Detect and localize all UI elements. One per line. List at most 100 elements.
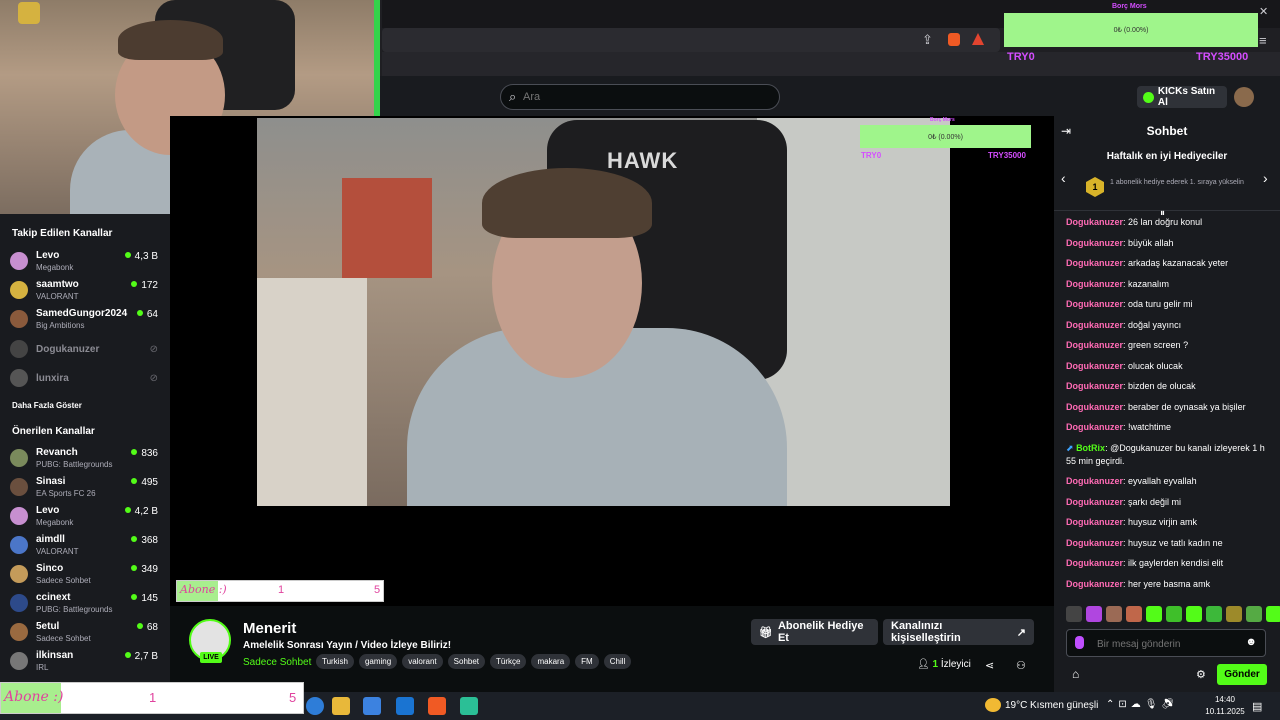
tag[interactable]: Chill — [603, 654, 632, 669]
top-gifters-title: Haftalık en iyi Hediyeciler — [1106, 151, 1228, 162]
video-frame: HAWK — [257, 118, 950, 506]
tag[interactable]: Sohbet — [447, 654, 486, 669]
tag[interactable]: Turkish — [316, 654, 354, 669]
emote[interactable] — [1266, 606, 1280, 622]
followed-channel-item[interactable]: saamtwo VALORANT 172 — [10, 277, 160, 305]
tag[interactable]: gaming — [358, 654, 398, 669]
brave-icon[interactable] — [428, 697, 446, 715]
close-window-icon[interactable]: ✕ — [1259, 5, 1268, 18]
emote[interactable] — [1086, 606, 1102, 622]
chat-username[interactable]: Dogukanuzer — [1066, 402, 1123, 412]
offline-channel-item[interactable]: lunxira ⊘ — [10, 365, 160, 393]
tag[interactable]: valorant — [402, 654, 443, 669]
tag[interactable]: FM — [575, 654, 599, 669]
chevron-left-icon[interactable]: ‹ — [1061, 170, 1066, 186]
clock-time[interactable]: 14:40 — [1212, 695, 1238, 704]
offline-channel-item[interactable]: Dogukanuzer ⊘ — [10, 336, 160, 364]
weather-icon[interactable] — [985, 698, 1001, 712]
chat-text: oda turu gelir mi — [1128, 299, 1193, 309]
browser-menu-icon[interactable]: ≡ — [1259, 33, 1267, 48]
chat-input[interactable] — [1097, 636, 1237, 652]
chat-username[interactable]: BotRix — [1076, 443, 1105, 453]
recommended-channel-item[interactable]: ccinext PUBG: Battlegrounds 145 — [10, 590, 160, 618]
chat-username[interactable]: Dogukanuzer — [1066, 279, 1123, 289]
chat-text: her yere basma amk — [1128, 578, 1211, 589]
search-input[interactable] — [523, 88, 763, 106]
microphone-icon[interactable] — [1075, 636, 1084, 649]
chat-username[interactable]: Dogukanuzer — [1066, 517, 1123, 527]
channel-name: Dogukanuzer — [36, 344, 100, 355]
recommended-channel-item[interactable]: 5etul Sadece Sohbet 68 — [10, 619, 160, 647]
recommended-channel-item[interactable]: Sinco Sadece Sohbet 349 — [10, 561, 160, 589]
emote[interactable] — [1106, 606, 1122, 622]
file-explorer-icon[interactable] — [332, 697, 350, 715]
emote[interactable] — [1206, 606, 1222, 622]
tag[interactable]: Türkçe — [490, 654, 527, 669]
chat-username[interactable]: Dogukanuzer — [1066, 579, 1123, 589]
channel-name: Revanch — [36, 447, 78, 458]
emote[interactable] — [1066, 606, 1082, 622]
chevron-right-icon[interactable]: › — [1263, 170, 1268, 186]
emoji-icon[interactable]: ☻ — [1245, 636, 1257, 648]
sidebar: Takip Edilen Kanallar Levo Megabonk 4,3 … — [0, 214, 170, 692]
streaming-app-icon[interactable] — [460, 697, 478, 715]
user-avatar[interactable] — [1234, 87, 1254, 107]
buy-kicks-button[interactable]: KICKs Satın Al — [1137, 86, 1227, 108]
emote[interactable] — [1186, 606, 1202, 622]
customize-channel-button[interactable]: Kanalınızı kişiselleştirin ↗ — [883, 619, 1034, 645]
recommended-channel-item[interactable]: aimdll VALORANT 368 — [10, 532, 160, 560]
chat-username[interactable]: Dogukanuzer — [1066, 361, 1123, 371]
recommended-channel-item[interactable]: Sinasi EA Sports FC 26 495 — [10, 474, 160, 502]
emote[interactable] — [1226, 606, 1242, 622]
streamer-name[interactable]: Menerit — [243, 620, 296, 637]
recommended-channel-item[interactable]: Revanch PUBG: Battlegrounds 836 — [10, 445, 160, 473]
follow-user-icon[interactable]: ⚇ — [1016, 659, 1026, 672]
store-icon[interactable]: ⌂ — [1072, 667, 1079, 681]
send-button[interactable]: Gönder — [1217, 664, 1267, 685]
gift-sub-button[interactable]: 🎁︎ Abonelik Hediye Et — [751, 619, 878, 645]
emote[interactable] — [1166, 606, 1182, 622]
bot-message: ⬈ BotRix: @Dogukanuzer bu kanalı izleyer… — [1066, 442, 1265, 466]
stream-category[interactable]: Sadece Sohbet — [243, 657, 311, 668]
chat-username[interactable]: Dogukanuzer — [1066, 497, 1123, 507]
show-more-link[interactable]: Daha Fazla Göster — [12, 401, 82, 410]
outlook-icon[interactable] — [396, 697, 414, 715]
recommended-channel-item[interactable]: ilkinsan IRL 2,7 B — [10, 648, 160, 676]
chat-username[interactable]: Dogukanuzer — [1066, 217, 1123, 227]
viewer-count: 172 — [131, 280, 158, 291]
chat-username[interactable]: Dogukanuzer — [1066, 258, 1123, 268]
chat-username[interactable]: Dogukanuzer — [1066, 320, 1123, 330]
emote[interactable] — [1146, 606, 1162, 622]
avatar — [10, 369, 28, 387]
system-tray[interactable]: ⌃⊡☁🎙︎🔊︎ — [1106, 699, 1178, 710]
recommended-channel-item[interactable]: Levo Megabonk 4,2 B — [10, 503, 160, 531]
chat-text: huysuz virjin amk — [1128, 517, 1198, 527]
followed-channel-item[interactable]: SamedGungor2024 Big Ambitions 64 — [10, 306, 160, 334]
edge-icon[interactable] — [306, 697, 324, 715]
share-icon[interactable]: ⇪ — [922, 32, 933, 48]
chat-username[interactable]: Dogukanuzer — [1066, 299, 1123, 309]
chat-username[interactable]: Dogukanuzer — [1066, 238, 1123, 248]
chat-username[interactable]: Dogukanuzer — [1066, 538, 1123, 548]
chat-username[interactable]: Dogukanuzer — [1066, 558, 1123, 568]
chat-username[interactable]: Dogukanuzer — [1066, 340, 1123, 350]
followed-channel-item[interactable]: Levo Megabonk 4,3 B — [10, 248, 160, 276]
store-app-icon[interactable] — [363, 697, 381, 715]
chat-username[interactable]: Dogukanuzer — [1066, 476, 1123, 486]
chat-username[interactable]: Dogukanuzer — [1066, 381, 1123, 391]
chat-username[interactable]: Dogukanuzer — [1066, 422, 1123, 432]
share-icon[interactable]: ⋖ — [985, 659, 994, 672]
viewer-count: 836 — [131, 448, 158, 459]
emote[interactable] — [1126, 606, 1142, 622]
clock-date[interactable]: 10.11.2025 — [1204, 707, 1246, 716]
brave-rewards-icon[interactable] — [972, 33, 984, 45]
address-bar[interactable]: ⇪ — [382, 28, 1000, 52]
gear-icon[interactable]: ⚙ — [1196, 668, 1206, 681]
emote[interactable] — [1246, 606, 1262, 622]
search-box[interactable]: ⌕ — [500, 84, 780, 110]
chat-input-box[interactable]: ☻ — [1066, 629, 1266, 657]
brave-shield-icon[interactable] — [948, 33, 960, 46]
stream-title: Amelelik Sonrası Yayın / Video İzleye Bi… — [243, 640, 452, 651]
notification-icon[interactable]: ▤ — [1252, 700, 1262, 713]
tag[interactable]: makara — [531, 654, 571, 669]
